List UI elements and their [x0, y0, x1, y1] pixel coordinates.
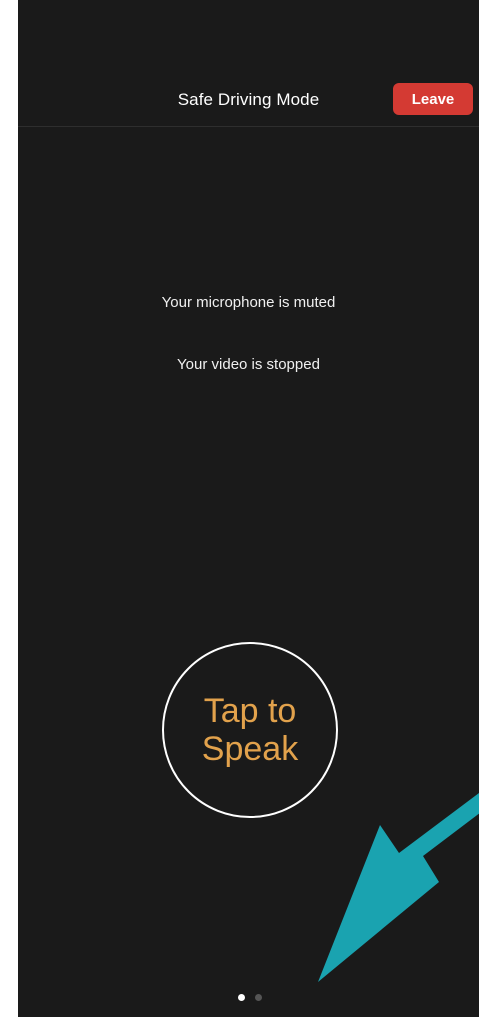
page-dot-active[interactable] — [238, 994, 245, 1001]
video-status-text: Your video is stopped — [177, 356, 320, 373]
tap-to-speak-label-line2: Speak — [201, 730, 299, 768]
tap-to-speak-label-line1: Tap to — [203, 692, 297, 730]
page-dot[interactable] — [255, 994, 262, 1001]
page-indicator[interactable] — [238, 994, 262, 1001]
safe-driving-screen: Safe Driving Mode Leave Your microphone … — [18, 0, 479, 1017]
microphone-status-text: Your microphone is muted — [161, 294, 336, 311]
arrow-pointer-icon — [318, 793, 479, 982]
leave-button[interactable]: Leave — [393, 83, 473, 115]
header-bar: Safe Driving Mode Leave — [18, 80, 479, 127]
arrow-shape — [318, 793, 479, 982]
